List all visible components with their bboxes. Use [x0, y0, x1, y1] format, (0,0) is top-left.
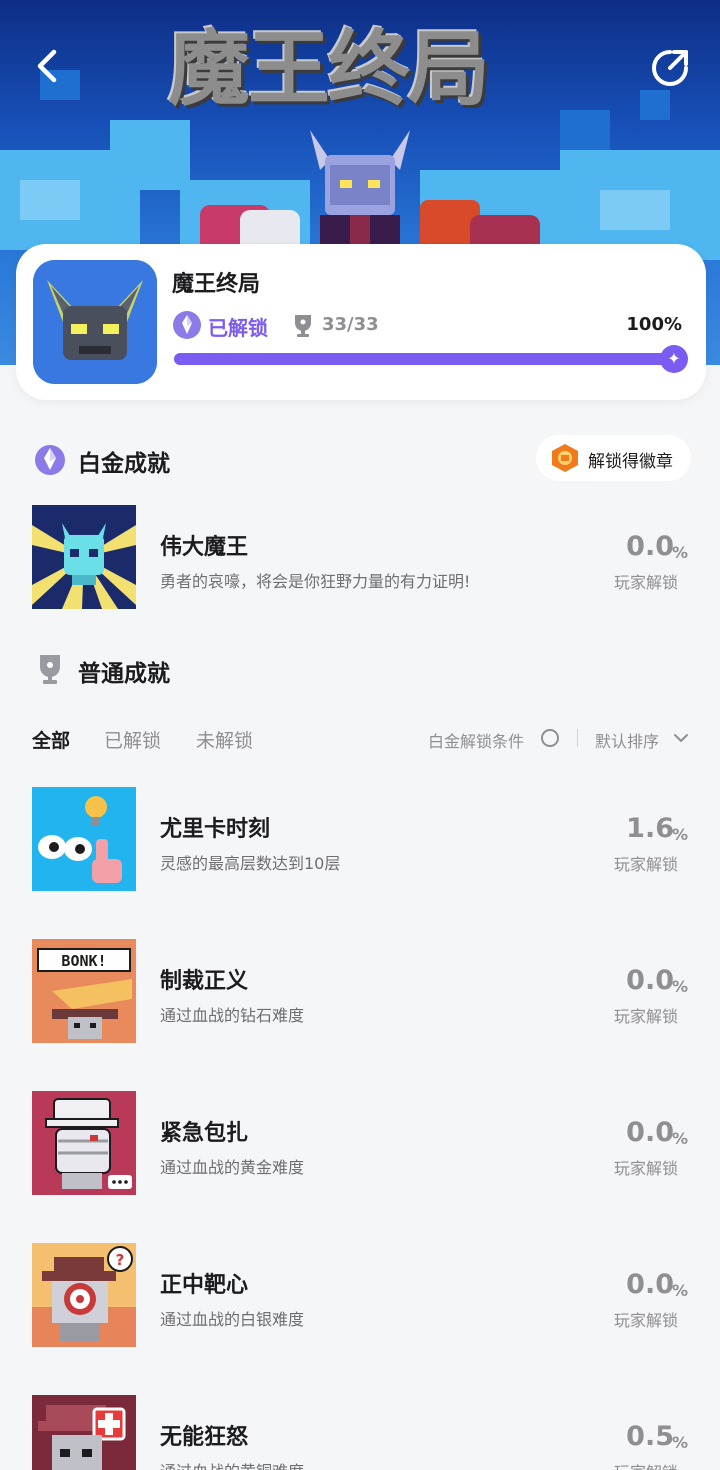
tab-all[interactable]: 全部 — [32, 726, 70, 753]
achievement-row[interactable]: 无能狂怒 通过血战的黄铜难度 0.5 % 玩家解锁 — [0, 1395, 720, 1470]
progress-fill — [174, 353, 674, 365]
achievement-icon: BONK! — [32, 939, 136, 1043]
unlock-rate-label: 玩家解锁 — [613, 573, 678, 592]
unlock-rate-label: 玩家解锁 — [613, 1007, 678, 1026]
game-icon — [33, 260, 157, 384]
achievement-row[interactable]: 紧急包扎 通过血战的黄金难度 0.0 % 玩家解锁 — [0, 1091, 720, 1199]
achievement-name: 制裁正义 — [160, 969, 249, 994]
trophy-count: 33/33 — [322, 314, 379, 335]
achievement-name: 紧急包扎 — [160, 1121, 249, 1146]
unlock-rate: 1.6 — [626, 813, 674, 844]
back-button[interactable] — [28, 44, 68, 88]
unlock-rate: 0.5 — [626, 1421, 674, 1452]
achievement-icon — [32, 787, 136, 891]
boss-character-icon — [310, 130, 410, 260]
progress-percent: 100% — [626, 314, 682, 335]
platinum-trophy-icon — [173, 311, 201, 339]
unlock-rate: 0.0 — [626, 531, 674, 562]
unlock-rate-unit: % — [671, 977, 688, 996]
unlock-rate-unit: % — [671, 1433, 688, 1452]
pixel-cloud — [600, 190, 670, 230]
achievement-row[interactable]: 尤里卡时刻 灵感的最高层数达到10层 1.6 % 玩家解锁 — [0, 787, 720, 895]
achievement-desc: 通过血战的黄铜难度 — [160, 1458, 304, 1470]
sparkle-icon: ✦ — [660, 345, 688, 373]
game-name: 魔王终局 — [172, 272, 261, 297]
sort-dropdown[interactable]: 默认排序 — [595, 728, 659, 752]
pixel-cloud — [560, 110, 610, 150]
pixel-cloud — [110, 120, 190, 190]
normal-section-title: 普通成就 — [78, 661, 170, 687]
status-bar — [0, 0, 720, 10]
game-summary-card: 魔王终局 已解锁 33/33 100% ✦ — [16, 244, 706, 400]
trophy-icon — [40, 655, 60, 684]
tab-unlocked[interactable]: 已解锁 — [104, 726, 161, 753]
achievement-desc: 灵感的最高层数达到10层 — [160, 854, 341, 873]
unlock-status: 已解锁 — [208, 316, 268, 340]
achievement-desc: 通过血战的钻石难度 — [160, 1006, 305, 1025]
achievement-name: 无能狂怒 — [160, 1425, 249, 1450]
achievement-row[interactable]: BONK! 制裁正义 通过血战的钻石难度 0.0 % 玩家解锁 — [0, 939, 720, 1047]
svg-text:?: ? — [116, 1251, 125, 1269]
unlock-rate-unit: % — [671, 543, 688, 562]
achievement-desc: 通过血战的黄金难度 — [160, 1158, 305, 1177]
unlock-badge-button[interactable]: 解锁得徽章 — [536, 435, 691, 481]
unlock-rate-unit: % — [671, 825, 688, 844]
pixel-cloud — [640, 90, 670, 120]
platinum-section-title: 白金成就 — [78, 451, 170, 477]
platinum-achievement-row[interactable]: 伟大魔王 勇者的哀嚎，将会是你狂野力量的有力证明! 0.0 % 玩家解锁 — [0, 505, 720, 613]
unlock-rate-label: 玩家解锁 — [613, 855, 678, 874]
achievement-icon: ? — [32, 1243, 136, 1347]
achievement-icon — [32, 1091, 136, 1195]
unlock-rate: 0.0 — [626, 1117, 674, 1148]
unlock-rate-label: 玩家解锁 — [613, 1311, 678, 1330]
tab-locked[interactable]: 未解锁 — [196, 726, 253, 753]
unlock-rate-unit: % — [671, 1129, 688, 1148]
achievement-name: 正中靶心 — [160, 1273, 249, 1298]
share-button[interactable] — [648, 46, 692, 90]
platinum-condition-toggle[interactable] — [541, 729, 559, 747]
progress-bar: ✦ — [174, 345, 688, 373]
chevron-down-icon[interactable] — [673, 730, 689, 746]
divider — [577, 729, 578, 747]
unlock-rate: 0.0 — [626, 965, 674, 996]
achievement-icon — [32, 505, 136, 609]
banner-title: 魔王终局 — [168, 22, 490, 117]
achievement-desc: 通过血战的白银难度 — [160, 1310, 305, 1329]
achievement-desc: 勇者的哀嚎，将会是你狂野力量的有力证明! — [160, 572, 471, 591]
unlock-rate-unit: % — [671, 1281, 688, 1300]
platinum-icon — [35, 445, 65, 475]
unlock-rate-label: 玩家解锁 — [613, 1159, 678, 1178]
achievement-name: 伟大魔王 — [160, 535, 249, 560]
achievement-name: 尤里卡时刻 — [160, 817, 271, 842]
pixel-cloud — [20, 180, 80, 220]
trophy-icon — [295, 315, 311, 337]
badge-icon — [552, 444, 578, 472]
unlock-rate-label: 玩家解锁 — [614, 1459, 678, 1470]
unlock-rate: 0.0 — [626, 1269, 674, 1300]
platinum-condition-label: 白金解锁条件 — [428, 732, 525, 751]
unlock-badge-label: 解锁得徽章 — [588, 452, 673, 472]
achievement-row[interactable]: ? 正中靶心 通过血战的白银难度 0.0 % 玩家解锁 — [0, 1243, 720, 1351]
achievement-icon — [32, 1395, 136, 1470]
svg-text:BONK!: BONK! — [61, 952, 106, 970]
